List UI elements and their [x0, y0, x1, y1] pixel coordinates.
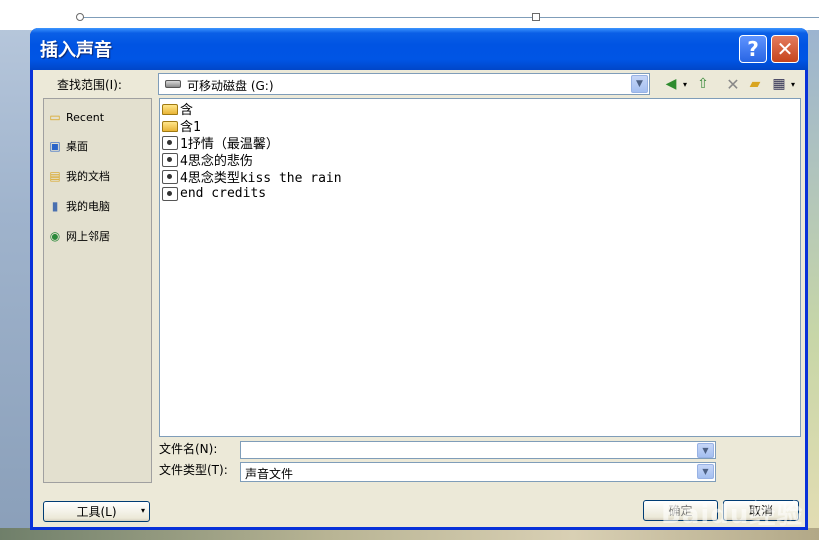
audio-file-icon — [162, 135, 178, 150]
list-item[interactable]: 4思念类型kiss the rain — [162, 168, 342, 186]
help-button[interactable]: ? — [739, 35, 767, 63]
slide-background-top — [0, 0, 819, 30]
place-desktop[interactable]: ▣ 桌面 — [47, 136, 149, 156]
lookin-label: 查找范围(I): — [57, 78, 122, 92]
recent-folder-icon: ▭ — [49, 110, 61, 124]
place-my-documents[interactable]: ▤ 我的文档 — [47, 166, 149, 186]
close-button[interactable]: ✕ — [771, 35, 799, 63]
place-my-computer[interactable]: ▮ 我的电脑 — [47, 196, 149, 216]
chevron-down-icon[interactable]: ▼ — [697, 443, 714, 458]
list-item[interactable]: end credits — [162, 185, 266, 202]
place-label: Recent — [66, 110, 105, 124]
filename-label: 文件名(N): — [159, 442, 218, 456]
up-folder-icon[interactable]: ⇧ — [693, 74, 713, 94]
desktop-icon: ▣ — [49, 139, 61, 153]
back-dropdown-icon[interactable]: ▾ — [681, 74, 689, 94]
list-item[interactable]: 含1 — [162, 117, 201, 135]
selection-handle[interactable] — [532, 13, 540, 21]
file-list[interactable]: 含 含1 1抒情（最温馨） 4思念的悲伤 4思念类型kiss the rain … — [159, 98, 801, 437]
insert-sound-dialog: 插入声音 ? ✕ 查找范围(I): 可移动磁盘 (G:) ▼ ◀ ▾ ⇧ ✕ ▰… — [30, 28, 808, 530]
new-folder-icon[interactable]: ▰ — [745, 74, 765, 94]
folder-icon — [162, 104, 178, 115]
chevron-down-icon: ▾ — [140, 506, 145, 515]
network-icon: ◉ — [49, 229, 61, 243]
tools-button[interactable]: 工具(L) ▾ — [43, 501, 150, 522]
folder-icon — [162, 121, 178, 132]
place-label: 网上邻居 — [66, 230, 110, 243]
tools-label: 工具(L) — [76, 505, 117, 519]
lookin-dropdown[interactable]: 可移动磁盘 (G:) ▼ — [158, 73, 650, 95]
audio-file-icon — [162, 152, 178, 167]
slide-background-right — [808, 30, 819, 540]
chevron-down-icon[interactable]: ▼ — [631, 75, 648, 93]
views-dropdown-icon[interactable]: ▾ — [789, 74, 797, 94]
watermark: Baidu经验 — [661, 500, 804, 530]
help-icon: ? — [747, 37, 759, 61]
list-item[interactable]: 1抒情（最温馨） — [162, 134, 279, 152]
selection-line — [80, 17, 819, 18]
place-label: 桌面 — [66, 140, 88, 153]
dialog-titlebar[interactable]: 插入声音 ? ✕ — [30, 28, 808, 70]
lookin-value: 可移动磁盘 (G:) — [187, 79, 274, 93]
my-documents-icon: ▤ — [49, 169, 61, 183]
place-recent[interactable]: ▭ Recent — [47, 107, 149, 127]
place-label: 我的电脑 — [66, 200, 110, 213]
file-name: end credits — [180, 186, 267, 201]
delete-icon[interactable]: ✕ — [723, 74, 743, 94]
list-item[interactable]: 含 — [162, 100, 193, 118]
file-name: 4思念类型kiss the rain — [180, 171, 342, 186]
filetype-value: 声音文件 — [245, 467, 294, 481]
place-network[interactable]: ◉ 网上邻居 — [47, 226, 149, 246]
filetype-dropdown[interactable]: 声音文件 ▼ — [240, 462, 716, 482]
views-icon[interactable]: ▦ — [769, 74, 789, 94]
places-bar: ▭ Recent ▣ 桌面 ▤ 我的文档 ▮ 我的电脑 ◉ 网上邻居 — [43, 98, 152, 483]
list-item[interactable]: 4思念的悲伤 — [162, 151, 253, 169]
back-icon[interactable]: ◀ — [661, 74, 681, 94]
place-label: 我的文档 — [66, 170, 110, 183]
audio-file-icon — [162, 186, 178, 201]
removable-drive-icon — [165, 80, 181, 88]
chevron-down-icon[interactable]: ▼ — [697, 464, 714, 479]
filename-input[interactable]: ▼ — [240, 441, 716, 459]
selection-handle[interactable] — [76, 13, 84, 21]
filetype-label: 文件类型(T): — [159, 463, 228, 477]
dialog-title: 插入声音 — [40, 40, 112, 61]
close-icon: ✕ — [776, 37, 794, 61]
audio-file-icon — [162, 169, 178, 184]
my-computer-icon: ▮ — [51, 199, 59, 213]
